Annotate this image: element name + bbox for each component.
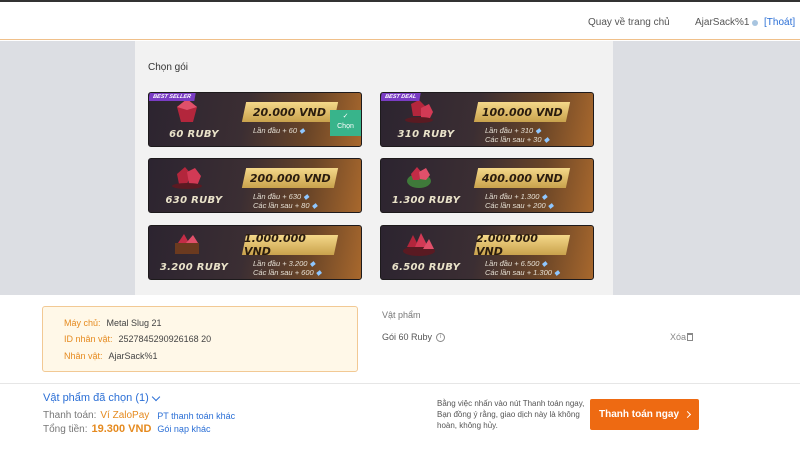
package-card-1300[interactable]: 1.300 RUBY 400.000 VND Lần đầu + 1.300 ◆… [380,158,594,213]
price-label: 200.000 VND [249,171,331,185]
diamond-icon: ◆ [535,126,542,135]
diamond-icon: ◆ [311,201,318,210]
diamond-icon: ◆ [547,201,554,210]
user-info: AjarSack%1 [695,17,759,28]
price-label: 100.000 VND [481,105,563,119]
ruby-pot-icon [407,167,431,188]
price-label: 1.000.000 VND [244,232,306,258]
trash-icon [687,333,694,341]
best-deal-badge: BEST DEAL [381,93,421,101]
bonus-info: Lần đầu + 60 ◆ [253,126,305,135]
bonus-first: Lần đầu + 1.300 [485,192,540,201]
diamond-icon: ◆ [541,259,548,268]
character-name-row: Nhân vật: AjarSack%1 [64,351,158,361]
other-package-link[interactable]: Gói nạp khác [157,424,210,434]
ruby-amount: 1.300 RUBY [391,195,461,206]
terms-text: Bằng việc nhấn vào nút Thanh toán ngay, … [437,399,585,430]
item-name: Gói 60 Ruby [382,332,433,342]
bonus-info: Lần đầu + 310 ◆ Các lần sau + 30 ◆ [485,126,549,144]
diamond-icon: ◆ [303,192,310,201]
account-info-box: Máy chủ: Metal Slug 21 ID nhân vật: 252784… [42,306,358,372]
info-icon[interactable]: i [436,332,446,342]
chevron-right-icon [683,410,692,419]
ruby-pile-icon [405,100,433,123]
character-name-value: AjarSack%1 [108,351,158,361]
total-amount: 19.300 VND [91,423,152,435]
price-tag: 2.000.000 VND [473,232,571,258]
ruby-amount: 630 RUBY [165,195,223,206]
character-id-value: 2527845290926168 20 [118,334,212,344]
price-label: 400.000 VND [481,171,563,185]
selected-items-toggle[interactable]: Vật phẩm đã chọn (1) [43,392,161,404]
bonus-info: Lần đầu + 3.200 ◆ Các lần sau + 600 ◆ [253,259,322,277]
item-section-title: Vật phẩm [382,310,421,320]
character-id-row: ID nhân vật: 2527845290926168 20 [64,334,212,344]
diamond-icon: ◆ [543,135,550,144]
bonus-next: Các lần sau + 200 [485,201,546,210]
price-tag: 400.000 VND [473,168,571,188]
diamond-icon: ◆ [309,259,316,268]
bonus-next: Các lần sau + 1.300 [485,268,552,277]
package-card-630[interactable]: 630 RUBY 200.000 VND Lần đầu + 630 ◆ Các … [148,158,362,213]
bonus-first: Lần đầu + 3.200 [253,259,308,268]
ruby-pile-icon [172,167,202,189]
bonus-info: Lần đầu + 630 ◆ Các lần sau + 80 ◆ [253,192,317,210]
payment-label: Thanh toán: [43,410,97,421]
payment-row: Thanh toán: Ví ZaloPay PT thanh toán khá… [43,410,235,421]
price-tag: 100.000 VND [473,102,571,122]
delete-label: Xóa [670,332,687,342]
price-label: 2.000.000 VND [476,232,538,258]
price-tag: 200.000 VND [241,168,339,188]
package-card-6500[interactable]: 6.500 RUBY 2.000.000 VND Lần đầu + 6.500… [380,225,594,280]
bonus-info: Lần đầu + 1.300 ◆ Các lần sau + 200 ◆ [485,192,554,210]
coin-icon [752,19,759,26]
bonus-first: Lần đầu + 310 [485,126,534,135]
server-row: Máy chủ: Metal Slug 21 [64,318,162,328]
selected-item: Gói 60 Ruby i [382,332,446,342]
ruby-gem-icon [177,99,197,122]
diamond-icon: ◆ [554,268,560,277]
ruby-chest-icon [175,234,199,254]
best-seller-badge: BEST SELLER [149,93,196,101]
server-value: Metal Slug 21 [106,318,162,328]
selected-check: ✓ Chọn [330,110,361,136]
ruby-amount: 310 RUBY [397,129,455,140]
total-row: Tổng tiền: 19.300 VND Gói nạp khác [43,423,210,435]
chevron-down-icon [151,392,161,401]
selected-label: Chọn [337,123,354,130]
payment-method: Ví ZaloPay [100,410,150,421]
ruby-amount: 6.500 RUBY [391,262,461,273]
package-section-title: Chọn gói [148,62,189,73]
top-header: Quay về trang chủ AjarSack%1 [Thoát] [0,0,800,40]
diamond-icon: ◆ [541,192,548,201]
price-label: 20.000 VND [253,105,327,119]
bonus-first: Lần đầu + 630 [253,192,302,201]
bonus-next: Các lần sau + 30 [485,135,542,144]
bonus-info: Lần đầu + 6.500 ◆ Các lần sau + 1.300 ◆ [485,259,560,277]
pay-now-button[interactable]: Thanh toán ngay [590,399,699,430]
back-home-link[interactable]: Quay về trang chủ [588,17,670,28]
ruby-amount: 60 RUBY [169,129,219,140]
ruby-amount: 3.200 RUBY [159,262,229,273]
package-card-310[interactable]: BEST DEAL 310 RUBY 100.000 VND Lần đầu +… [380,92,594,147]
diamond-icon: ◆ [315,268,322,277]
logout-link[interactable]: [Thoát] [764,17,795,28]
price-tag: 1.000.000 VND [241,232,339,258]
bonus-first: Lần đầu + 6.500 [485,259,540,268]
username: AjarSack%1 [695,17,750,28]
bonus-next: Các lần sau + 80 [253,201,310,210]
ruby-hoard-icon [403,233,435,256]
package-card-60[interactable]: BEST SELLER 60 RUBY 20.000 VND Lần đầu +… [148,92,362,147]
package-card-3200[interactable]: 3.200 RUBY 1.000.000 VND Lần đầu + 3.200… [148,225,362,280]
other-payment-link[interactable]: PT thanh toán khác [157,411,235,421]
diamond-icon: ◆ [299,126,305,135]
delete-item-button[interactable]: Xóa [670,332,694,342]
price-tag: 20.000 VND [241,102,339,122]
bonus-first: Lần đầu + 60 [253,126,298,135]
total-label: Tổng tiền: [43,423,88,435]
bonus-next: Các lần sau + 600 [253,268,314,277]
